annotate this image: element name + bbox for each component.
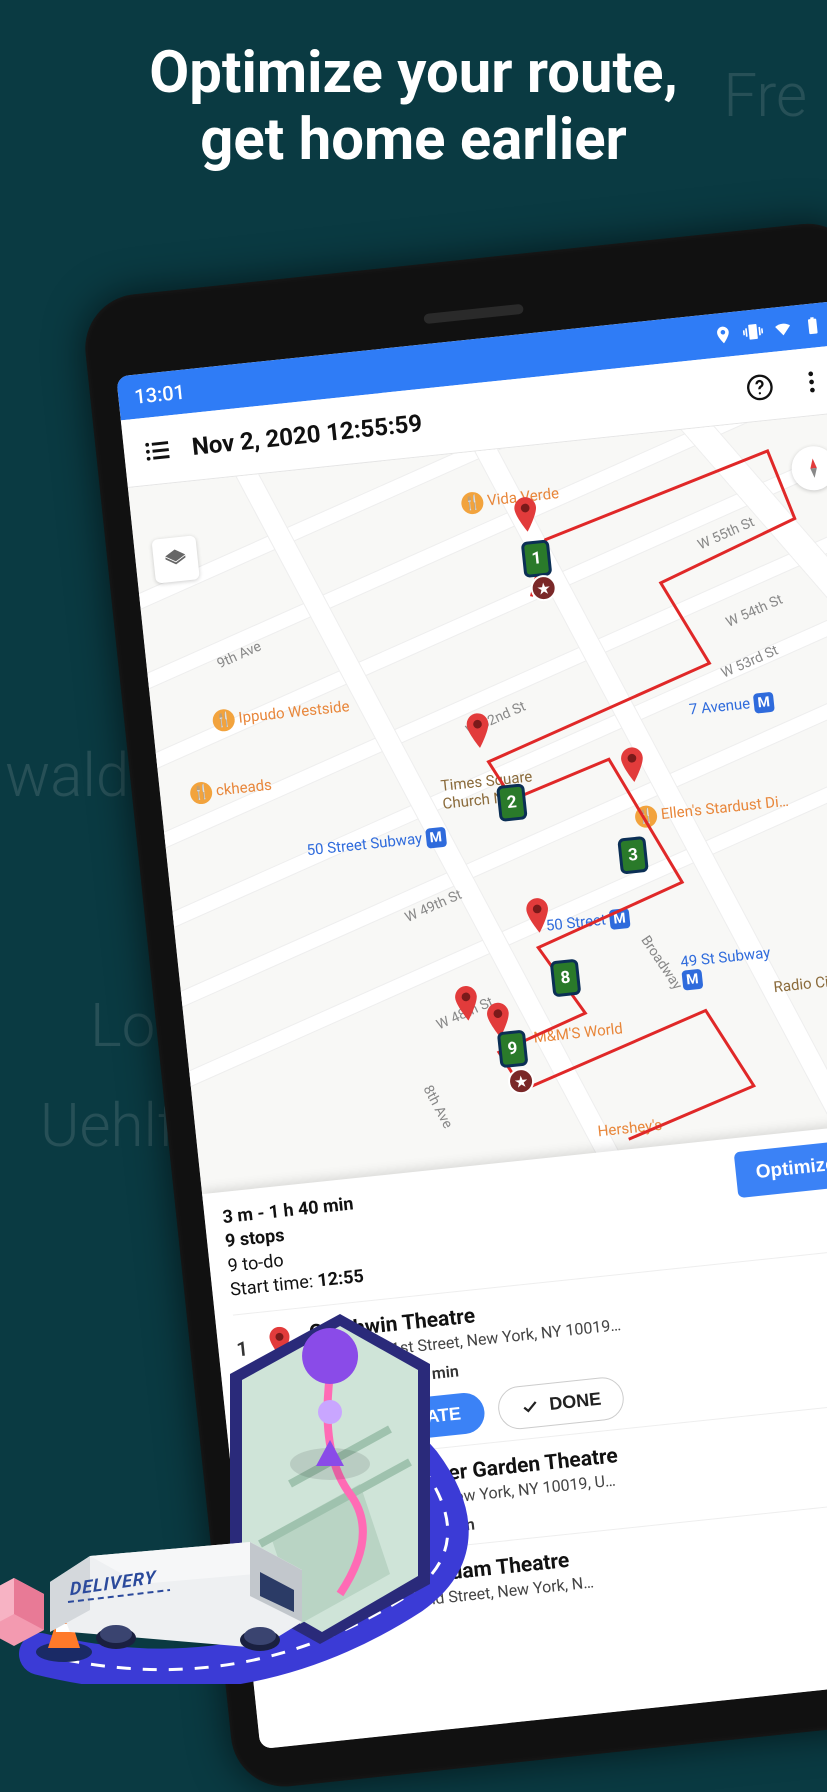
- status-time: 13:01: [133, 380, 186, 409]
- location-icon: [712, 324, 734, 346]
- stop-marker[interactable]: 8: [550, 959, 582, 998]
- map-pin-icon: [618, 746, 648, 787]
- compass-button[interactable]: [789, 444, 827, 492]
- street-label: W 53rd St: [719, 642, 781, 681]
- end-marker: ★: [507, 1067, 536, 1096]
- route-summary: 3 m - 1 h 40 min 9 stops 9 to-do Start t…: [221, 1192, 365, 1303]
- street-label: Broadway: [637, 933, 685, 993]
- map-pin-icon: [282, 1477, 314, 1520]
- map-pin-icon: [511, 495, 541, 536]
- optimize-route-button[interactable]: Optimize route: [734, 1134, 827, 1198]
- menu-list-button[interactable]: [138, 432, 175, 469]
- bottom-sheet: 3 m - 1 h 40 min 9 stops 9 to-do Start t…: [202, 1118, 827, 1749]
- street-label: 8th Ave: [420, 1083, 456, 1132]
- map-pin-icon: [452, 984, 482, 1025]
- stop-number: 2: [251, 1481, 272, 1515]
- app-screen: 13:01 Nov 2, 2020 12:55:59: [116, 301, 827, 1749]
- poi-subway: 7 Avenue M: [688, 692, 775, 721]
- poi-venue: Radio City: [773, 971, 827, 996]
- stop-number: 4: [261, 1579, 282, 1613]
- wifi-icon: [772, 318, 794, 340]
- poi-shop: Hershey's: [597, 1116, 663, 1141]
- map-pin-icon: [293, 1575, 325, 1618]
- stop-number: 1: [234, 1328, 255, 1362]
- stop-marker[interactable]: 3: [617, 836, 649, 875]
- promo-headline: Optimize your route, get home earlier: [0, 40, 827, 173]
- map-pin-icon: [266, 1323, 298, 1366]
- help-button[interactable]: [741, 368, 778, 405]
- more-button[interactable]: [793, 363, 827, 400]
- navigate-button[interactable]: NAVIGATE: [317, 1391, 487, 1449]
- map-view[interactable]: 9th Ave W 55th St W 54th St W 53rd St W …: [128, 412, 827, 1204]
- stop-marker[interactable]: 2: [496, 783, 528, 822]
- done-button[interactable]: DONE: [496, 1375, 626, 1431]
- stop-marker[interactable]: 9: [497, 1030, 529, 1069]
- street-label: W 54th St: [724, 592, 786, 631]
- map-pin-icon: [463, 711, 493, 752]
- map-layers-button[interactable]: [151, 535, 199, 583]
- map-pin-icon: [523, 896, 553, 937]
- battery-icon: [802, 315, 824, 337]
- phone-speaker: [423, 304, 523, 324]
- stop-marker[interactable]: 1: [521, 539, 553, 578]
- vibrate-icon: [742, 321, 764, 343]
